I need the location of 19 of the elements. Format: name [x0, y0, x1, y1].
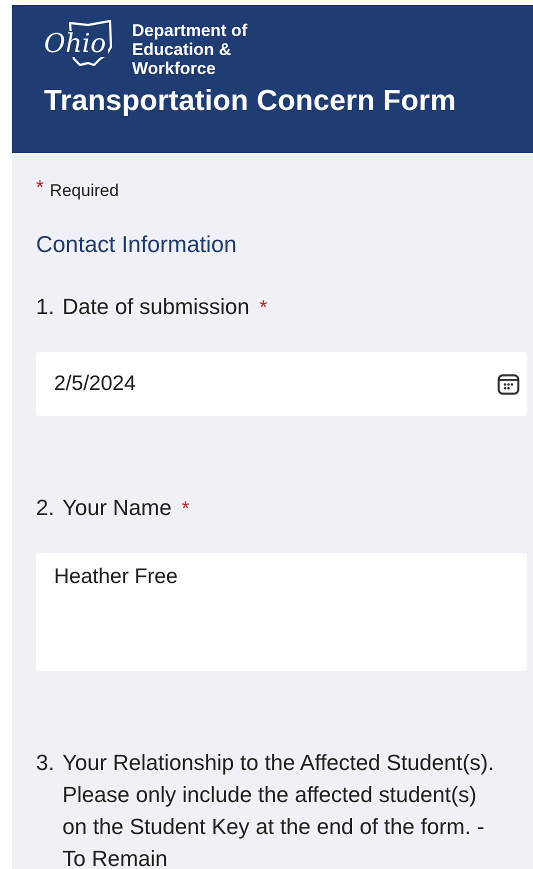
name-field[interactable]: Heather Free — [36, 553, 527, 671]
department-name: Education & — [132, 40, 232, 58]
question-number: 2. — [36, 494, 54, 522]
question-label: Your Relationship to the Affected Student(s). Please only include the affected student(s) on the Student Key at the end of the form. - To Remain — [62, 749, 496, 869]
section-title: Contact Information — [36, 231, 238, 258]
form-title: Transportation Concern Form — [44, 85, 457, 118]
required-note: Required — [50, 180, 119, 201]
question-number: 1. — [36, 293, 54, 321]
required-asterisk: * — [36, 177, 44, 200]
calendar-icon[interactable] — [497, 372, 520, 396]
question-label: Your Name — [62, 494, 172, 522]
question-number: 3. — [36, 749, 54, 777]
logo-wordmark: Ohio — [44, 31, 108, 57]
required-asterisk: * — [182, 497, 190, 522]
department-name: Workforce — [132, 58, 217, 78]
date-field[interactable]: 2/5/2024 — [36, 352, 527, 416]
required-asterisk: * — [259, 296, 268, 321]
department-name: Department of — [132, 20, 248, 40]
question-label: Date of submission — [62, 293, 250, 321]
